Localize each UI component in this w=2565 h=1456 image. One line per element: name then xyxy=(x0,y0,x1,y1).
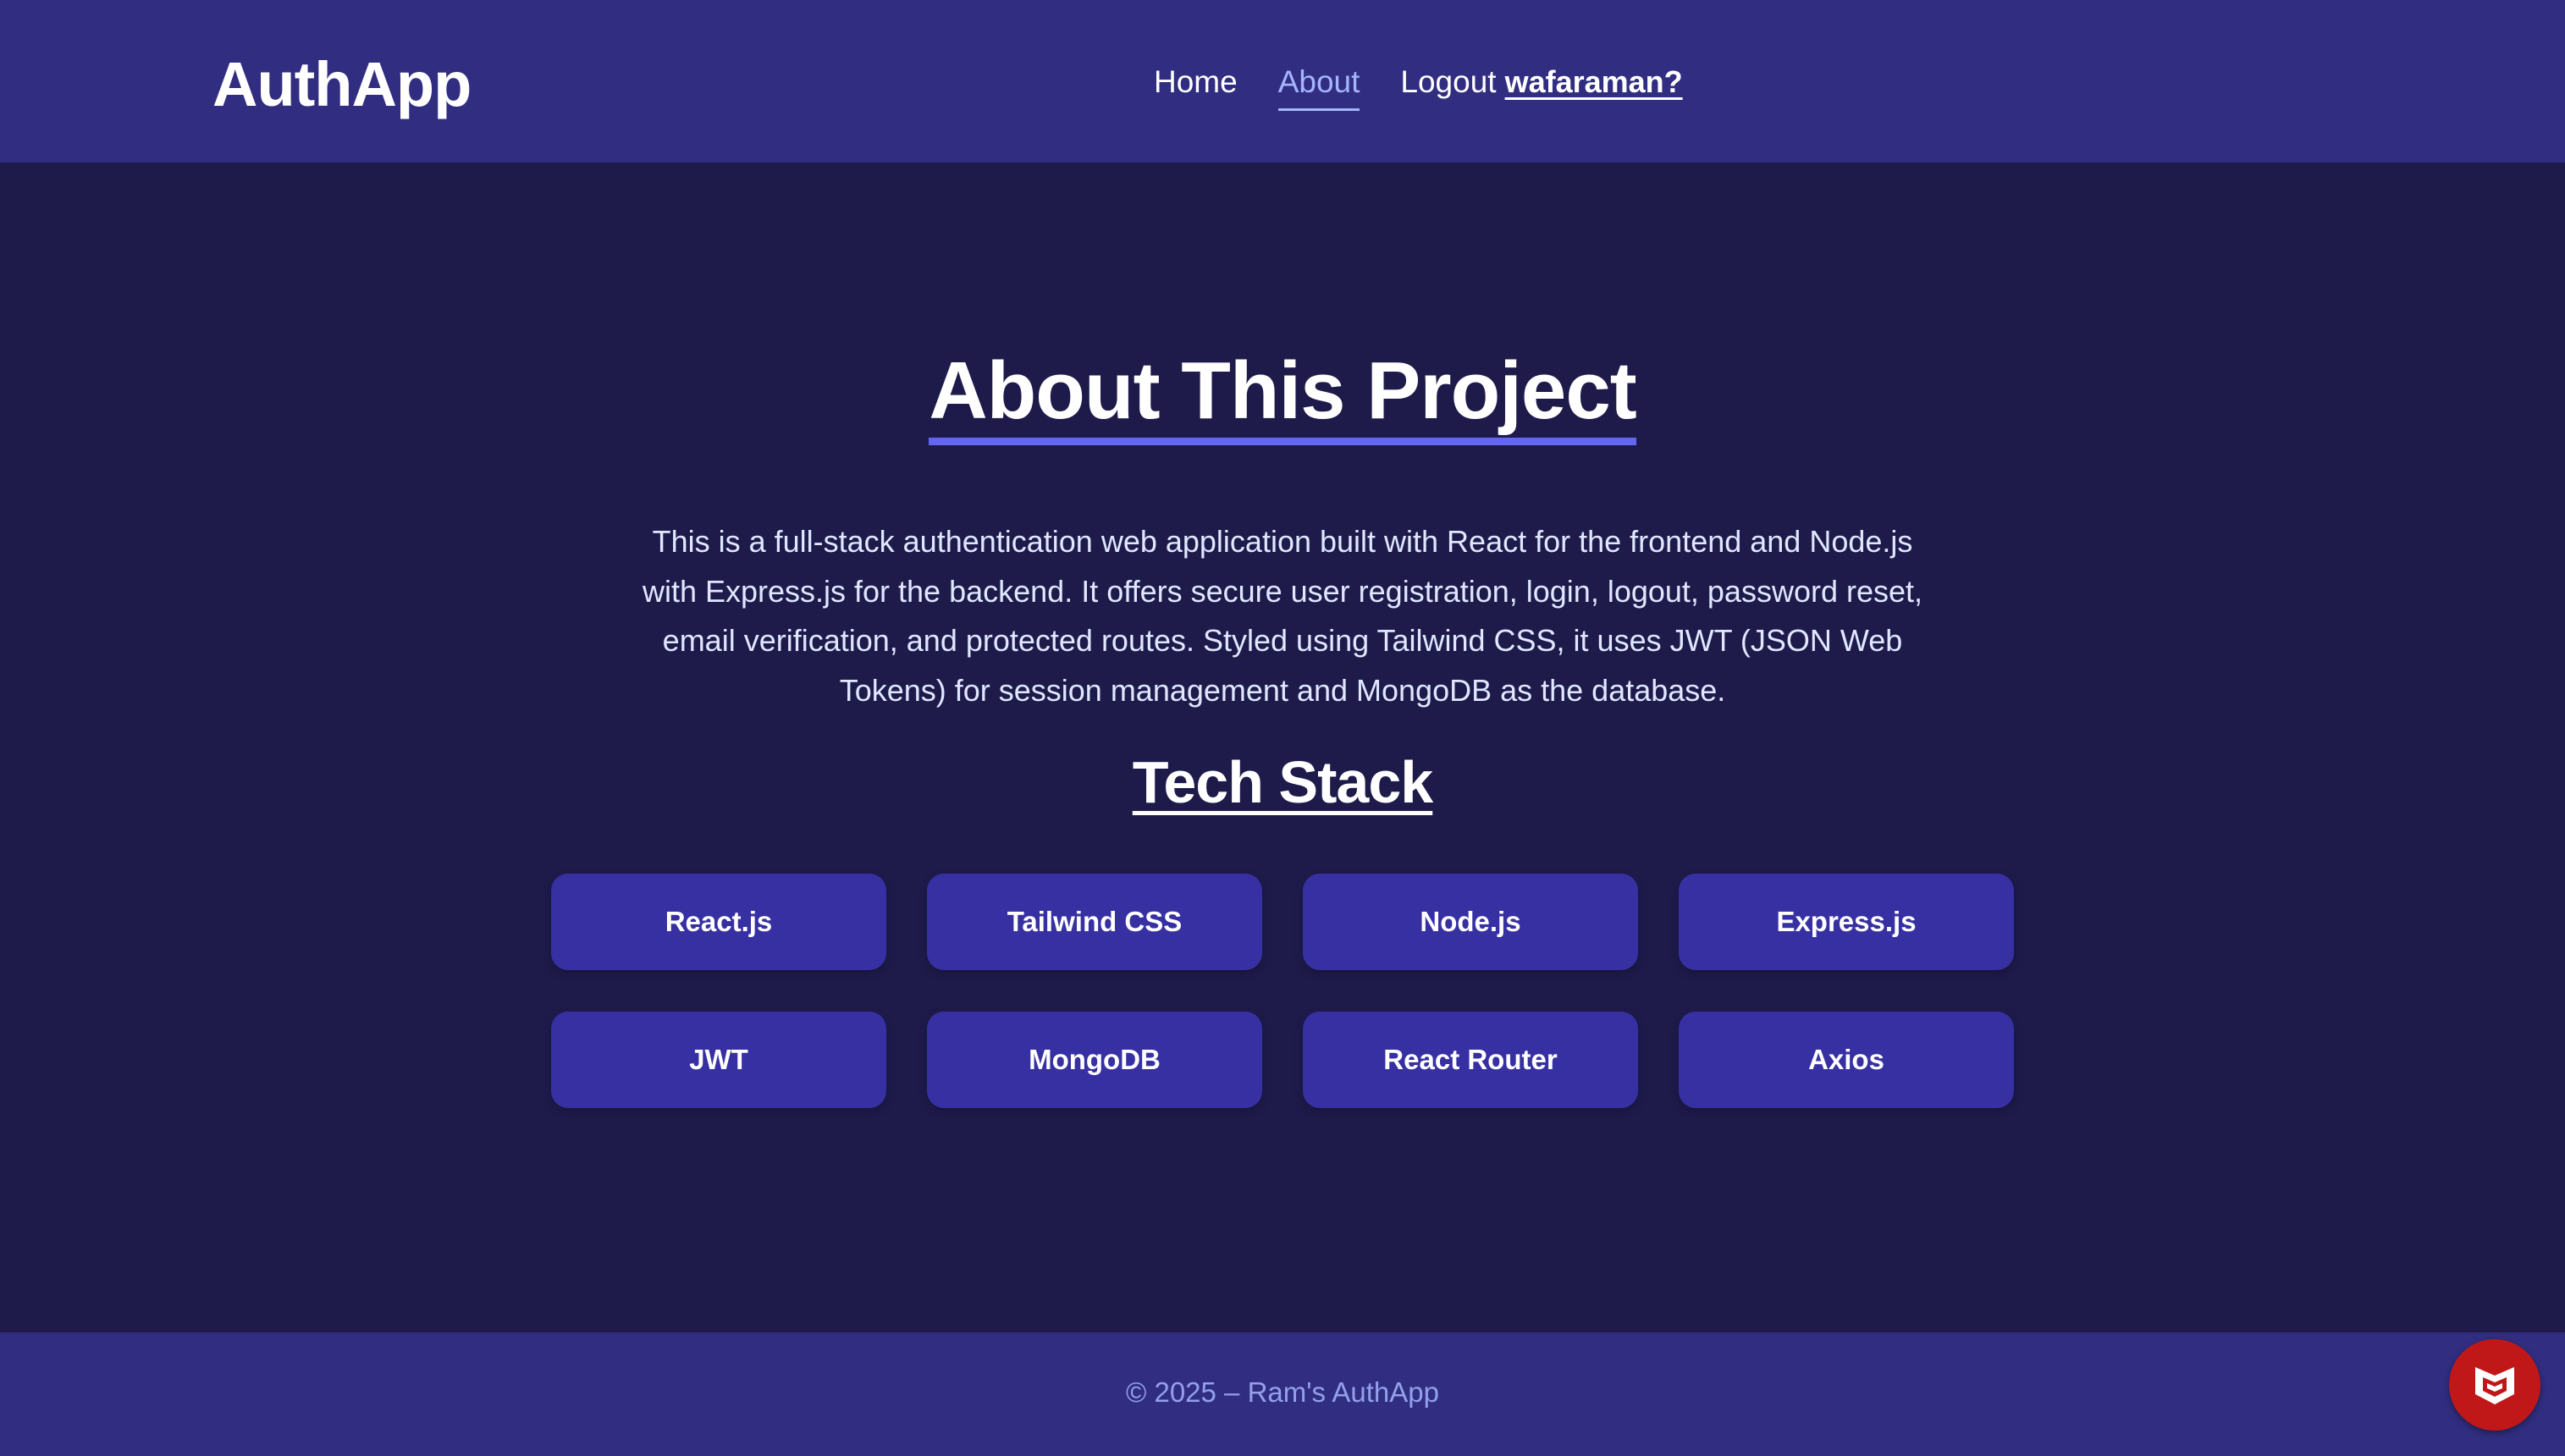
logout-button[interactable]: Logout xyxy=(1400,59,1496,105)
tech-chip-tailwind-css: Tailwind CSS xyxy=(927,874,1262,970)
shield-m-icon[interactable] xyxy=(2449,1339,2540,1431)
nav-link-home[interactable]: Home xyxy=(1154,59,1238,105)
tech-stack-heading-wrap: Tech Stack xyxy=(0,747,2565,818)
tech-stack-heading: Tech Stack xyxy=(1132,749,1433,815)
tech-chip-reactjs: React.js xyxy=(551,874,886,970)
project-description: This is a full-stack authentication web … xyxy=(642,524,1923,708)
tech-chip-axios: Axios xyxy=(1679,1012,2014,1108)
main-content: About This Project This is a full-stack … xyxy=(0,163,2565,1332)
page-title: About This Project xyxy=(929,345,1637,445)
footer-copyright: © 2025 – Ram's AuthApp xyxy=(1125,1376,1439,1408)
tech-stack-grid: React.js Tailwind CSS Node.js Express.js… xyxy=(551,874,2014,1108)
main-nav: Home About Logout wafaraman? xyxy=(1154,59,1683,111)
footer: © 2025 – Ram's AuthApp xyxy=(0,1332,2565,1456)
nav-link-about[interactable]: About xyxy=(1277,59,1360,111)
tech-chip-nodejs: Node.js xyxy=(1303,874,1638,970)
tech-chip-expressjs: Express.js xyxy=(1679,874,2014,970)
tech-chip-jwt: JWT xyxy=(551,1012,886,1108)
shield-m-glyph xyxy=(2475,1367,2514,1404)
tech-chip-mongodb: MongoDB xyxy=(927,1012,1262,1108)
page-title-wrap: About This Project xyxy=(0,345,2565,445)
username-link[interactable]: wafaraman? xyxy=(1505,59,1683,105)
app-logo[interactable]: AuthApp xyxy=(212,42,472,127)
tech-chip-react-router: React Router xyxy=(1303,1012,1638,1108)
top-navbar: AuthApp Home About Logout wafaraman? xyxy=(0,0,2565,163)
